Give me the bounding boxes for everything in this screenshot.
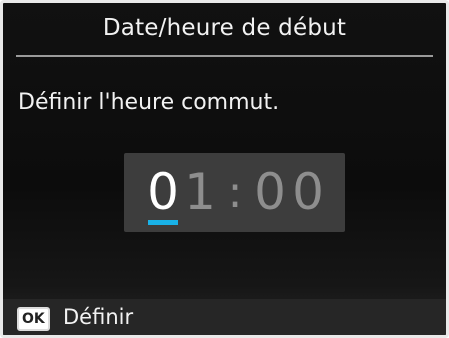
time-separator: :: [227, 167, 243, 218]
screen-title: Date/heure de début: [102, 15, 347, 41]
prompt-text: Définir l'heure commut.: [18, 90, 280, 115]
hour-units-digit[interactable]: 1: [181, 153, 219, 232]
time-input[interactable]: 0 1 : 0 0: [124, 153, 345, 232]
device-screen: Date/heure de début Définir l'heure comm…: [0, 0, 449, 338]
minute-units-digit[interactable]: 0: [289, 153, 327, 232]
title-divider: [16, 55, 433, 57]
set-action-label: Définir: [63, 305, 134, 329]
footer-bar: OK Définir: [3, 299, 446, 335]
digit-cursor: [148, 220, 178, 225]
minute-tens-digit[interactable]: 0: [251, 153, 289, 232]
ok-key-icon[interactable]: OK: [17, 307, 50, 331]
